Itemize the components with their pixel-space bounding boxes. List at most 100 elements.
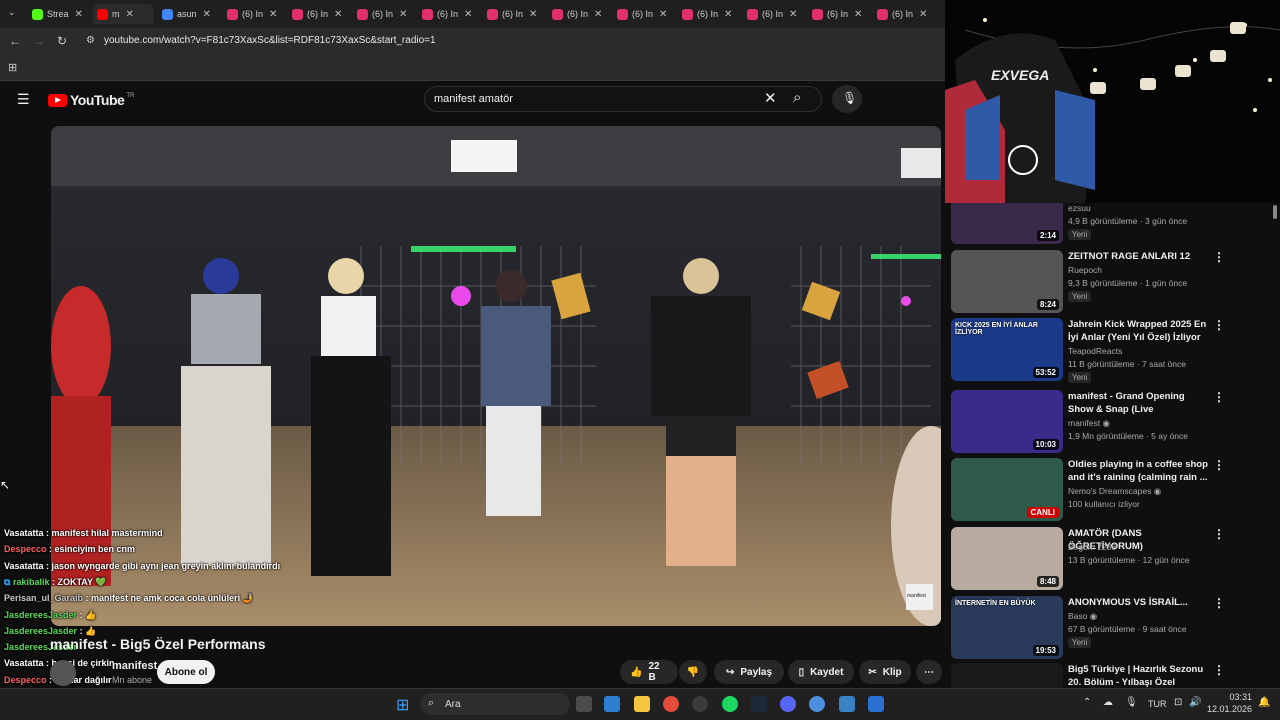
more-options-icon[interactable]: ⋮	[1213, 663, 1225, 677]
browser-tab[interactable]: (6) In ✕	[743, 4, 804, 24]
browser-tab[interactable]: asun ✕	[158, 4, 219, 24]
url-field[interactable]: youtube.com/watch?v=F81c73XaxSc&list=RDF…	[104, 35, 436, 46]
browser-tab[interactable]: (6) In ✕	[288, 4, 349, 24]
more-actions-button[interactable]: ⋯	[916, 660, 942, 684]
tab-close-icon[interactable]: ✕	[594, 9, 602, 20]
recommendation-item[interactable]: İNTERNETİN EN BÜYÜK 19:53 ANONYMOUS VS İSR…	[951, 596, 1271, 662]
recommendation-channel[interactable]: manifest ◉	[1068, 418, 1110, 429]
subscribe-button[interactable]: Abone ol	[157, 660, 215, 684]
tab-close-icon[interactable]: ✕	[126, 9, 134, 20]
tab-close-icon[interactable]: ✕	[854, 9, 862, 20]
notepad-icon[interactable]	[839, 696, 855, 712]
recommendation-channel[interactable]: Nemo's Dreamscapes ◉	[1068, 486, 1161, 497]
clock-time[interactable]: 03:31	[1212, 692, 1252, 702]
sidebar-scrollbar[interactable]	[1273, 205, 1277, 219]
tab-close-icon[interactable]: ✕	[399, 9, 407, 20]
tray-chevron-icon[interactable]: ⌃	[1083, 697, 1091, 708]
dislike-button[interactable]: 👎	[679, 660, 707, 684]
tab-close-icon[interactable]: ✕	[75, 9, 83, 20]
network-icon[interactable]: ⊡	[1174, 697, 1182, 708]
forward-arrow-icon[interactable]: →	[33, 34, 45, 48]
recommendation-channel[interactable]: Baso ◉	[1068, 611, 1097, 622]
menu-icon[interactable]: ☰	[17, 91, 30, 108]
like-button[interactable]: 👍 22 B	[620, 660, 678, 684]
browser-tab[interactable]: (6) In ✕	[353, 4, 414, 24]
tab-close-icon[interactable]: ✕	[203, 9, 211, 20]
chrome-icon[interactable]	[663, 696, 679, 712]
browser-tab[interactable]: Strea ✕	[28, 4, 89, 24]
tab-close-icon[interactable]: ✕	[269, 9, 277, 20]
recommendation-title[interactable]: Big5 Türkiye | Hazırlık Sezonu 20. Bölüm…	[1068, 663, 1208, 688]
browser-tab[interactable]: (6) In ✕	[223, 4, 284, 24]
more-options-icon[interactable]: ⋮	[1213, 527, 1225, 541]
task-view-icon[interactable]	[576, 696, 592, 712]
save-button[interactable]: ▯ Kaydet	[788, 660, 854, 684]
video-player[interactable]: manifest	[51, 126, 941, 626]
clip-button[interactable]: ✂ Klip	[859, 660, 911, 684]
recommendation-title[interactable]: Oldies playing in a coffee shop and it's…	[1068, 458, 1208, 484]
video-thumbnail[interactable]: 2:14	[951, 203, 1063, 244]
recommendation-item[interactable]: CANLI Oldies playing in a coffee shop and…	[951, 458, 1271, 524]
voice-search-button[interactable]: 🎙	[832, 85, 862, 113]
tab-close-icon[interactable]: ✕	[919, 9, 927, 20]
browser-tab[interactable]: (6) In ✕	[613, 4, 674, 24]
reload-icon[interactable]: ↻	[57, 34, 67, 48]
recommendation-item[interactable]: 10:03 manifest - Grand Opening Show & Sna…	[951, 390, 1271, 456]
clear-search-icon[interactable]: ✕	[764, 89, 777, 107]
browser-tab[interactable]: (6) In ✕	[418, 4, 479, 24]
apps-grid-icon[interactable]: ⊞	[8, 61, 17, 74]
channel-name-text[interactable]: manifest	[112, 660, 157, 672]
clock-date[interactable]: 12.01.2026	[1205, 704, 1252, 714]
file-explorer-icon[interactable]	[634, 696, 650, 712]
more-options-icon[interactable]: ⋮	[1213, 318, 1225, 332]
search-input[interactable]: manifest amatör	[434, 93, 513, 105]
site-info-icon[interactable]: ⚙	[86, 35, 95, 46]
tab-close-icon[interactable]: ✕	[724, 9, 732, 20]
recommendation-channel[interactable]: ezsuu	[1068, 203, 1091, 213]
notification-icon[interactable]: 🔔	[1258, 697, 1270, 708]
recommendation-channel[interactable]: Ruepoch	[1068, 265, 1102, 275]
browser-tab[interactable]: m ✕	[93, 4, 154, 24]
recommendation-item[interactable]: 8:24 ZEITNOT RAGE ANLARI 12 Ruepoch 9,3 B g…	[951, 250, 1271, 316]
recommendation-item[interactable]: KICK 2025 EN İYİ ANLAR İZLİYOR 53:52 Jahre…	[951, 318, 1271, 384]
more-options-icon[interactable]: ⋮	[1213, 458, 1225, 472]
video-thumbnail[interactable]: CANLI	[951, 458, 1063, 521]
more-options-icon[interactable]: ⋮	[1213, 390, 1225, 404]
language-indicator[interactable]: TUR	[1148, 699, 1167, 709]
recommendation-title[interactable]: ZEITNOT RAGE ANLARI 12	[1068, 250, 1208, 263]
video-thumbnail[interactable]	[951, 663, 1063, 688]
github-icon[interactable]	[692, 696, 708, 712]
recommendation-title[interactable]: Jahrein Kick Wrapped 2025 En İyi Anlar (…	[1068, 318, 1208, 344]
tray-app-icon[interactable]: ☁	[1103, 697, 1113, 708]
recommendation-channel[interactable]: Begüm 2288	[1068, 542, 1116, 552]
volume-icon[interactable]: 🔊	[1189, 697, 1201, 708]
recommendation-item[interactable]: 8:48 AMATÖR (DANS ÖĞRETİYORUM) Begüm 2288 1…	[951, 527, 1271, 593]
microphone-tray-icon[interactable]: 🎙	[1125, 697, 1138, 708]
share-button[interactable]: ↪ Paylaş	[714, 660, 784, 684]
video-thumbnail[interactable]: 10:03	[951, 390, 1063, 453]
video-thumbnail[interactable]: İNTERNETİN EN BÜYÜK 19:53	[951, 596, 1063, 659]
recommendation-channel[interactable]: TeapodReacts	[1068, 346, 1122, 356]
tab-close-icon[interactable]: ✕	[334, 9, 342, 20]
tab-close-icon[interactable]: ✕	[789, 9, 797, 20]
browser-tab[interactable]: (6) In ✕	[483, 4, 544, 24]
recommendation-title[interactable]: ANONYMOUS VS İSRAİL...	[1068, 596, 1208, 609]
taskbar-search[interactable]	[420, 693, 570, 715]
tab-close-icon[interactable]: ✕	[529, 9, 537, 20]
windows-start-icon[interactable]: ⊞	[396, 695, 409, 715]
browser-tab[interactable]: (6) In ✕	[808, 4, 869, 24]
recommendation-title[interactable]: manifest - Grand Opening Show & Snap (Li…	[1068, 390, 1208, 416]
spotify-icon[interactable]	[722, 696, 738, 712]
discord-icon[interactable]	[780, 696, 796, 712]
video-thumbnail[interactable]: 8:48	[951, 527, 1063, 590]
tab-close-icon[interactable]: ✕	[464, 9, 472, 20]
more-options-icon[interactable]: ⋮	[1213, 250, 1225, 264]
channel-avatar[interactable]	[50, 660, 76, 686]
steam-icon[interactable]	[751, 696, 767, 712]
video-thumbnail[interactable]: 8:24	[951, 250, 1063, 313]
recommendation-item[interactable]: 2:14 ezsuu 4,9 B görüntüleme · 3 gün önce Y…	[951, 203, 1271, 247]
more-options-icon[interactable]: ⋮	[1213, 596, 1225, 610]
browser-tab[interactable]: (6) In ✕	[678, 4, 739, 24]
app-icon[interactable]	[868, 696, 884, 712]
browser-icon[interactable]	[809, 696, 825, 712]
